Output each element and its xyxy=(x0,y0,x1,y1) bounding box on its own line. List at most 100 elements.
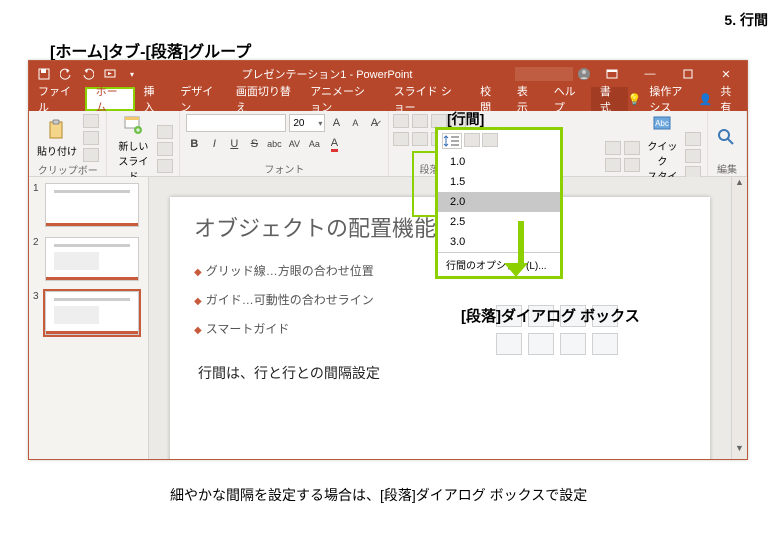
share-icon[interactable]: 👤 xyxy=(699,93,713,106)
font-name-combo[interactable] xyxy=(186,114,286,132)
group-drawing: Abc クイック スタイル 図形描画 xyxy=(599,111,708,176)
slide-body[interactable]: グリッド線…方眼の合わせ位置 ガイド…可動性の合わせライン スマートガイド xyxy=(194,257,374,343)
account-icon[interactable] xyxy=(577,67,591,81)
qat-more-icon[interactable]: ▾ xyxy=(125,67,139,81)
user-name-area[interactable] xyxy=(515,67,573,81)
layout-icon[interactable] xyxy=(157,125,173,139)
scroll-down-icon[interactable]: ▼ xyxy=(732,443,747,459)
bullet-1[interactable]: グリッド線…方眼の合わせ位置 xyxy=(194,257,374,286)
char-spacing-button[interactable]: AV xyxy=(286,136,302,152)
tab-review[interactable]: 校閲 xyxy=(471,87,508,111)
line-spacing-2-5[interactable]: 2.5 xyxy=(438,212,560,232)
titlebar: ▾ プレゼンテーション1 - PowerPoint — ✕ xyxy=(29,61,747,87)
bulb-icon: 💡 xyxy=(628,93,642,106)
format-painter-icon[interactable] xyxy=(83,148,99,162)
paste-button[interactable]: 貼り付け xyxy=(35,119,79,158)
font-color-button[interactable]: A xyxy=(326,136,342,152)
arrange-icon[interactable] xyxy=(624,141,640,155)
strike-button[interactable]: S xyxy=(246,136,262,152)
shape-style2-icon[interactable] xyxy=(685,149,701,163)
tab-slideshow[interactable]: スライド ショー xyxy=(385,87,471,111)
reset-icon[interactable] xyxy=(157,142,173,156)
find-icon[interactable] xyxy=(714,127,740,149)
group-editing: 編集 xyxy=(708,111,747,176)
align-left-icon[interactable] xyxy=(393,132,409,146)
powerpoint-window: ▾ プレゼンテーション1 - PowerPoint — ✕ ファイル ホーム 挿… xyxy=(28,60,748,460)
page-footer-text: 細やかな間隔を設定する場合は、[段落]ダイアログ ボックスで設定 xyxy=(170,485,587,505)
line-spacing-2-0[interactable]: 2.0 xyxy=(438,192,560,212)
group-font: 20 A A A̷ B I U S abc AV Aa A フォント xyxy=(180,111,389,176)
quick-style-icon: Abc xyxy=(651,114,673,136)
slide-title-text[interactable]: オブジェクトの配置機能 xyxy=(194,211,436,243)
save-icon[interactable] xyxy=(37,67,51,81)
start-slideshow-icon[interactable] xyxy=(103,67,117,81)
ph-online-pic-icon[interactable] xyxy=(528,333,554,355)
scroll-up-icon[interactable]: ▲ xyxy=(732,177,747,193)
line-spacing-options[interactable]: 行間のオプション(L)... xyxy=(438,253,560,276)
indent-left-icon[interactable] xyxy=(431,114,447,128)
copy-icon[interactable] xyxy=(83,131,99,145)
arrow-down-icon xyxy=(513,221,528,277)
redo-icon[interactable] xyxy=(81,67,95,81)
group-font-label: フォント xyxy=(186,161,382,175)
tab-view[interactable]: 表示 xyxy=(508,87,545,111)
italic-button[interactable]: I xyxy=(206,136,222,152)
ribbon-tabs: ファイル ホーム 挿入 デザイン 画面切り替え アニメーション スライド ショー… xyxy=(29,87,747,111)
paste-label: 貼り付け xyxy=(37,143,77,158)
tab-transitions[interactable]: 画面切り替え xyxy=(227,87,301,111)
line-spacing-dropdown: 1.0 1.5 2.0 2.5 3.0 行間のオプション(L)... xyxy=(435,127,563,279)
slide-note-text[interactable]: 行間は、行と行との間隔設定 xyxy=(198,363,380,383)
page-heading: [ホーム]タブ-[段落]グループ xyxy=(50,38,251,62)
tab-insert[interactable]: 挿入 xyxy=(135,87,172,111)
thumb-1[interactable]: 1 xyxy=(33,183,144,227)
decrease-font-icon[interactable]: A xyxy=(347,115,363,131)
align-center-icon[interactable] xyxy=(412,132,428,146)
vertical-scrollbar[interactable]: ▲ ▼ xyxy=(731,177,747,459)
undo-icon[interactable] xyxy=(59,67,73,81)
thumb-3[interactable]: 3 xyxy=(33,291,144,335)
underline-button[interactable]: U xyxy=(226,136,242,152)
thumbnail-pane[interactable]: 1 2 3 xyxy=(29,177,149,459)
align-text-icon[interactable] xyxy=(482,133,498,147)
line-spacing-3-0[interactable]: 3.0 xyxy=(438,232,560,252)
bullet-3[interactable]: スマートガイド xyxy=(194,315,374,344)
bold-button[interactable]: B xyxy=(186,136,202,152)
clear-format-icon[interactable]: A̷ xyxy=(366,115,382,131)
increase-font-icon[interactable]: A xyxy=(328,115,344,131)
svg-text:Abc: Abc xyxy=(655,119,669,128)
section-icon[interactable] xyxy=(157,159,173,173)
cut-icon[interactable] xyxy=(83,114,99,128)
new-slide-icon xyxy=(122,114,144,136)
ph-icon-icon[interactable] xyxy=(592,333,618,355)
text-direction-icon[interactable] xyxy=(464,133,480,147)
new-slide-button[interactable]: 新しい スライド xyxy=(113,114,153,183)
tab-animations[interactable]: アニメーション xyxy=(301,87,384,111)
ph-video-icon[interactable] xyxy=(560,333,586,355)
tab-home[interactable]: ホーム xyxy=(85,87,135,111)
group-slides: 新しい スライド スライド xyxy=(107,111,180,176)
tab-file[interactable]: ファイル xyxy=(29,87,85,111)
tab-format[interactable]: 書式 xyxy=(591,87,628,111)
shape-fill-icon[interactable] xyxy=(605,158,621,172)
callout-line-spacing: [行間] xyxy=(447,109,484,129)
change-case-button[interactable]: Aa xyxy=(306,136,322,152)
line-spacing-icon[interactable] xyxy=(442,133,462,149)
numbering-icon[interactable] xyxy=(412,114,428,128)
tab-design[interactable]: デザイン xyxy=(171,87,227,111)
page-corner-label: 5. 行間 xyxy=(724,10,768,30)
bullets-icon[interactable] xyxy=(393,114,409,128)
group-clipboard-label: クリップボード xyxy=(35,162,100,176)
bullet-2[interactable]: ガイド…可動性の合わせライン xyxy=(194,286,374,315)
thumb-2[interactable]: 2 xyxy=(33,237,144,281)
line-spacing-1-0[interactable]: 1.0 xyxy=(438,152,560,172)
callout-paragraph-dialog: [段落]ダイアログ ボックス xyxy=(461,305,640,326)
line-spacing-1-5[interactable]: 1.5 xyxy=(438,172,560,192)
ph-picture-icon[interactable] xyxy=(496,333,522,355)
shape-outline-icon[interactable] xyxy=(624,158,640,172)
font-size-combo[interactable]: 20 xyxy=(289,114,325,132)
shapes-icon[interactable] xyxy=(605,141,621,155)
shape-effects-icon[interactable] xyxy=(685,132,701,146)
tab-help[interactable]: ヘルプ xyxy=(545,87,591,111)
text-shadow-button[interactable]: abc xyxy=(266,136,282,152)
ribbon: [行間] 貼り付け クリップボード 新しい スライド xyxy=(29,111,747,177)
